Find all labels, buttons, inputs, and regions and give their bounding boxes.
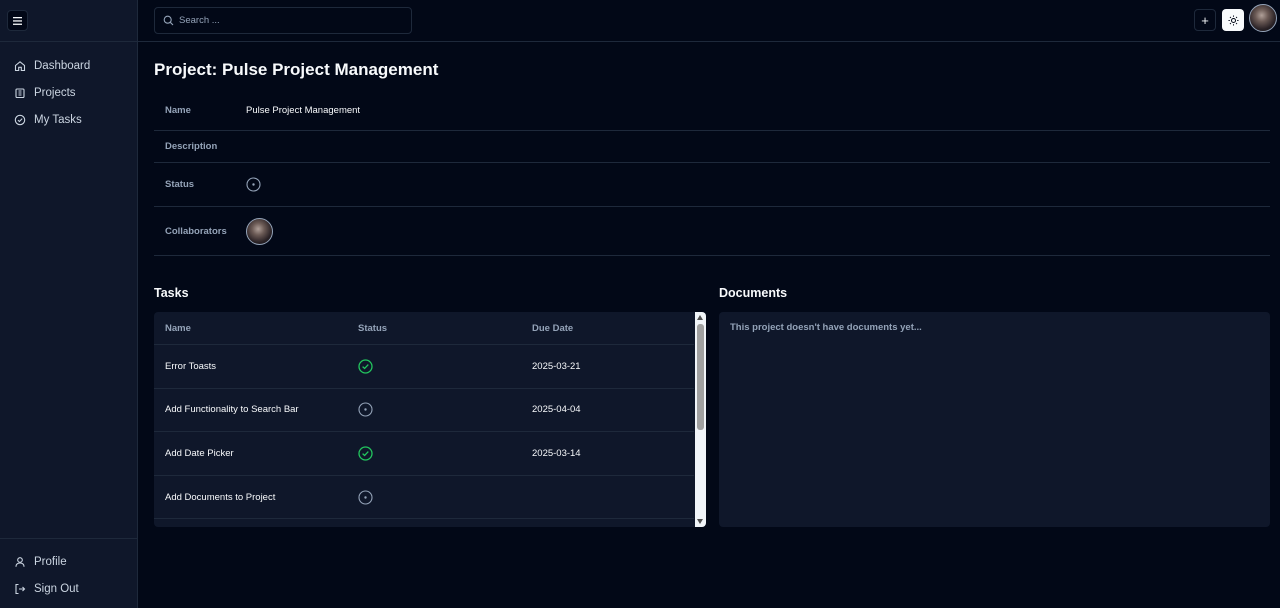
description-label: Description (165, 141, 218, 152)
column-header-status: Status (358, 322, 388, 334)
menu-icon (13, 16, 22, 25)
add-button[interactable]: + (1194, 9, 1216, 31)
top-bar: Search ... + (138, 0, 1280, 42)
user-avatar[interactable] (1249, 4, 1277, 32)
task-due-date: 2025-04-04 (532, 404, 581, 416)
sidebar-item-label: My Tasks (34, 113, 82, 126)
theme-toggle-button[interactable] (1222, 9, 1244, 31)
status-label: Status (165, 179, 195, 190)
collaborators-label: Collaborators (165, 225, 227, 237)
task-name: Error Toasts (165, 360, 217, 372)
sidebar-item-label: Sign Out (34, 582, 79, 595)
task-due-date: 2025-03-14 (532, 447, 581, 459)
name-row: Name Pulse Project Management (154, 90, 1270, 131)
description-row: Description (154, 131, 1270, 163)
sidebar-item-label: Profile (34, 555, 67, 568)
sidebar-item-dashboard[interactable]: Dashboard (0, 52, 137, 79)
page-title: Project: Pulse Project Management (154, 60, 439, 79)
sidebar-item-label: Dashboard (34, 59, 91, 72)
building-icon (14, 87, 26, 99)
sidebar-item-projects[interactable]: Projects (0, 79, 137, 106)
scroll-down-arrow-icon[interactable] (697, 519, 703, 524)
table-header: Name Status Due Date (154, 312, 694, 345)
sidebar-header (0, 0, 137, 42)
status-pending-icon (358, 402, 373, 417)
status-pending-icon (358, 490, 373, 505)
status-pending-icon (246, 177, 261, 192)
home-icon (14, 60, 26, 72)
status-value[interactable] (246, 177, 261, 192)
sidebar-nav: Dashboard Projects My Tasks (0, 42, 137, 133)
scroll-thumb[interactable] (697, 324, 704, 430)
status-done-icon (358, 359, 373, 374)
sidebar: Dashboard Projects My Tasks Profile Sign… (0, 0, 138, 608)
documents-panel: This project doesn't have documents yet.… (719, 312, 1270, 527)
plus-icon: + (1201, 12, 1209, 28)
task-name: Add Date Picker (165, 447, 234, 459)
sidebar-item-label: Projects (34, 86, 76, 99)
tasks-scrollbar[interactable] (695, 312, 706, 527)
search-placeholder: Search ... (179, 15, 220, 26)
status-done-icon (358, 446, 373, 461)
column-header-due-date: Due Date (532, 322, 574, 334)
task-due-date: 2025-03-21 (532, 360, 581, 372)
sidebar-footer: Profile Sign Out (0, 538, 137, 608)
name-label: Name (165, 104, 191, 116)
task-name: Add Functionality to Search Bar (165, 404, 299, 416)
task-status[interactable] (358, 490, 532, 505)
collaborator-avatar[interactable] (246, 217, 273, 245)
project-details: Name Pulse Project Management Descriptio… (154, 90, 1270, 256)
task-name: Add Documents to Project (165, 491, 276, 503)
tasks-title: Tasks (154, 286, 189, 300)
task-status[interactable] (358, 446, 532, 461)
collaborators-value (246, 217, 273, 245)
documents-empty-text: This project doesn't have documents yet.… (730, 322, 922, 333)
documents-title: Documents (719, 286, 788, 300)
menu-toggle-button[interactable] (7, 10, 28, 31)
table-row[interactable]: Error Toasts 2025-03-21 (154, 345, 694, 389)
user-icon (14, 556, 26, 568)
sign-out-icon (14, 583, 26, 595)
sidebar-item-sign-out[interactable]: Sign Out (0, 575, 137, 602)
check-circle-icon (14, 114, 26, 126)
table-row[interactable]: Add Functionality to Search Bar 2025-04-… (154, 389, 694, 433)
name-value: Pulse Project Management (246, 104, 361, 116)
status-row: Status (154, 163, 1270, 207)
sidebar-item-my-tasks[interactable]: My Tasks (0, 106, 137, 133)
sun-icon (1228, 15, 1238, 25)
search-input[interactable]: Search ... (154, 7, 412, 34)
table-row[interactable]: Add Date Picker 2025-03-14 (154, 432, 694, 476)
tasks-table: Name Status Due Date Error Toasts 2025-0… (154, 312, 706, 527)
task-status[interactable] (358, 402, 532, 417)
scroll-up-arrow-icon[interactable] (697, 315, 703, 320)
collaborators-row: Collaborators (154, 207, 1270, 256)
table-row[interactable]: Add Documents to Project (154, 476, 694, 520)
search-icon (163, 15, 174, 26)
task-status[interactable] (358, 359, 532, 374)
column-header-name: Name (165, 322, 191, 334)
sidebar-item-profile[interactable]: Profile (0, 548, 137, 575)
